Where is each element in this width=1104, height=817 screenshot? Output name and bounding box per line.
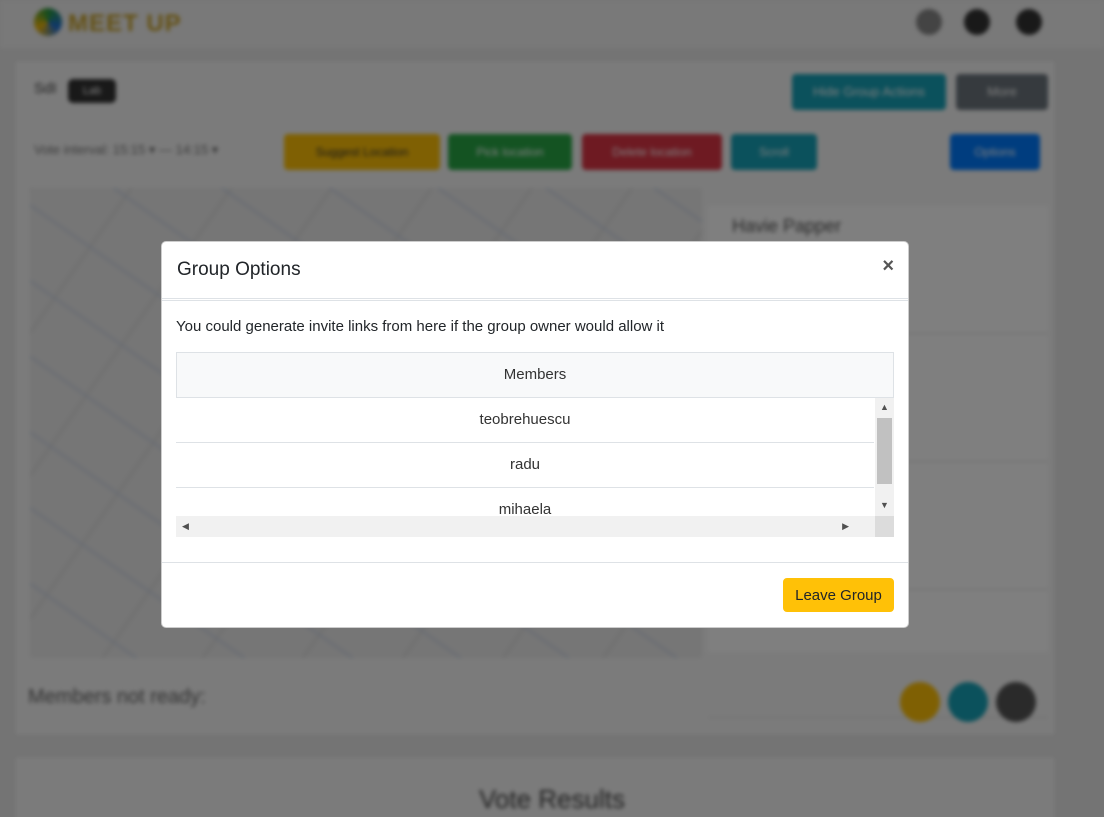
footer-divider: [162, 562, 908, 563]
members-table-body[interactable]: teobrehuescu radu mihaela: [176, 398, 874, 516]
table-row: mihaela: [176, 488, 874, 516]
scroll-right-icon[interactable]: ▶: [842, 521, 849, 532]
leave-group-button[interactable]: Leave Group: [783, 578, 894, 612]
header-divider: [162, 298, 908, 299]
vertical-scrollbar[interactable]: ▲ ▼: [875, 398, 894, 518]
scrollbar-corner: [875, 516, 894, 537]
modal-title: Group Options: [177, 259, 301, 280]
scroll-left-icon[interactable]: ◀: [182, 521, 189, 532]
table-row: radu: [176, 443, 874, 488]
scroll-down-icon[interactable]: ▼: [880, 500, 889, 510]
close-icon[interactable]: ×: [882, 256, 894, 276]
scroll-up-icon[interactable]: ▲: [880, 402, 889, 412]
modal-header: Group Options ×: [162, 242, 908, 301]
members-table-header: Members: [176, 352, 894, 398]
invite-info-text: You could generate invite links from her…: [176, 318, 665, 335]
horizontal-scrollbar[interactable]: ◀ ▶: [176, 516, 875, 537]
scrollbar-thumb[interactable]: [877, 418, 892, 484]
table-row: teobrehuescu: [176, 398, 874, 443]
members-table: Members teobrehuescu radu mihaela ▲ ▼ ◀ …: [176, 352, 894, 538]
